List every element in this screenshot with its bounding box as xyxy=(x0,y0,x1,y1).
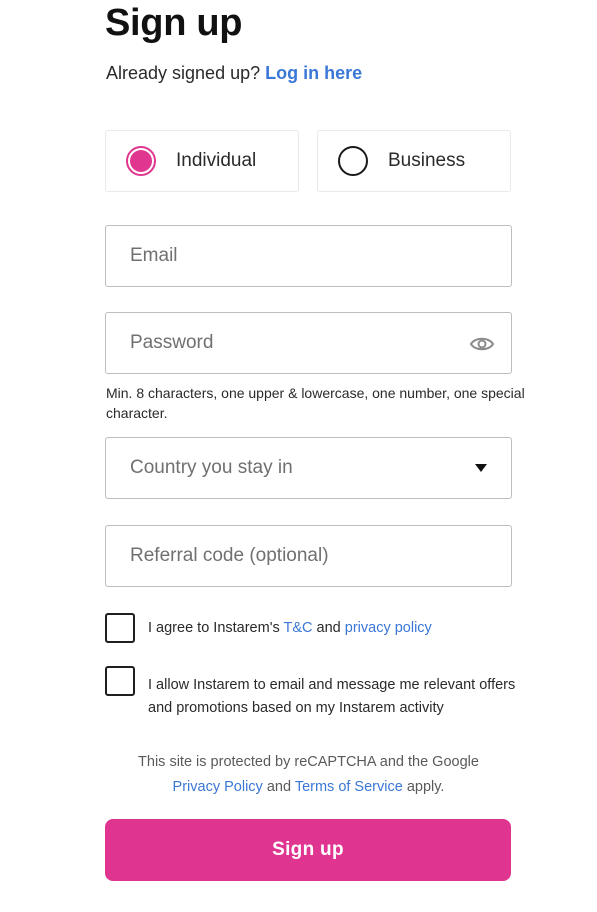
email-input[interactable] xyxy=(106,226,511,286)
tc-consent-text: I agree to Instarem's T&C and privacy po… xyxy=(148,617,432,640)
recaptcha-apply: apply. xyxy=(406,779,445,795)
email-field xyxy=(105,225,512,287)
tc-prefix: I agree to Instarem's xyxy=(148,620,280,636)
country-placeholder: Country you stay in xyxy=(130,457,293,478)
signup-button[interactable]: Sign up xyxy=(105,819,511,881)
password-field xyxy=(105,312,512,374)
country-select[interactable]: Country you stay in xyxy=(105,437,512,499)
login-link[interactable]: Log in here xyxy=(265,63,362,83)
tc-link[interactable]: T&C xyxy=(284,620,313,636)
radio-unselected[interactable] xyxy=(338,146,368,176)
privacy-policy-link[interactable]: privacy policy xyxy=(345,620,432,636)
recaptcha-line-2: Privacy Policy and Terms of Service appl… xyxy=(105,775,512,800)
recaptcha-line-1: This site is protected by reCAPTCHA and … xyxy=(138,754,479,770)
tc-checkbox[interactable] xyxy=(105,613,135,643)
recaptcha-notice: This site is protected by reCAPTCHA and … xyxy=(105,750,512,800)
account-type-individual[interactable]: Individual xyxy=(105,130,299,192)
account-type-business[interactable]: Business xyxy=(317,130,511,192)
google-privacy-link[interactable]: Privacy Policy xyxy=(173,779,263,795)
referral-input[interactable] xyxy=(106,526,511,586)
marketing-consent-text: I allow Instarem to email and message me… xyxy=(148,677,516,716)
eye-icon[interactable] xyxy=(469,332,495,356)
password-input[interactable] xyxy=(106,313,511,373)
page-title: Sign up xyxy=(105,2,243,44)
login-prompt: Already signed up? Log in here xyxy=(106,63,362,84)
business-label: Business xyxy=(388,150,466,171)
referral-field xyxy=(105,525,512,587)
password-hint: Min. 8 characters, one upper & lowercase… xyxy=(106,385,525,421)
signup-page: Sign up Already signed up? Log in here I… xyxy=(0,0,597,912)
radio-dot xyxy=(130,150,152,172)
login-prompt-text: Already signed up? xyxy=(106,63,261,83)
radio-selected[interactable] xyxy=(126,146,156,176)
caret-down-icon xyxy=(475,464,487,472)
individual-label: Individual xyxy=(176,150,257,171)
recaptcha-and: and xyxy=(266,779,292,795)
google-terms-link[interactable]: Terms of Service xyxy=(295,779,403,795)
marketing-checkbox[interactable] xyxy=(105,666,135,696)
tc-and: and xyxy=(316,620,341,636)
